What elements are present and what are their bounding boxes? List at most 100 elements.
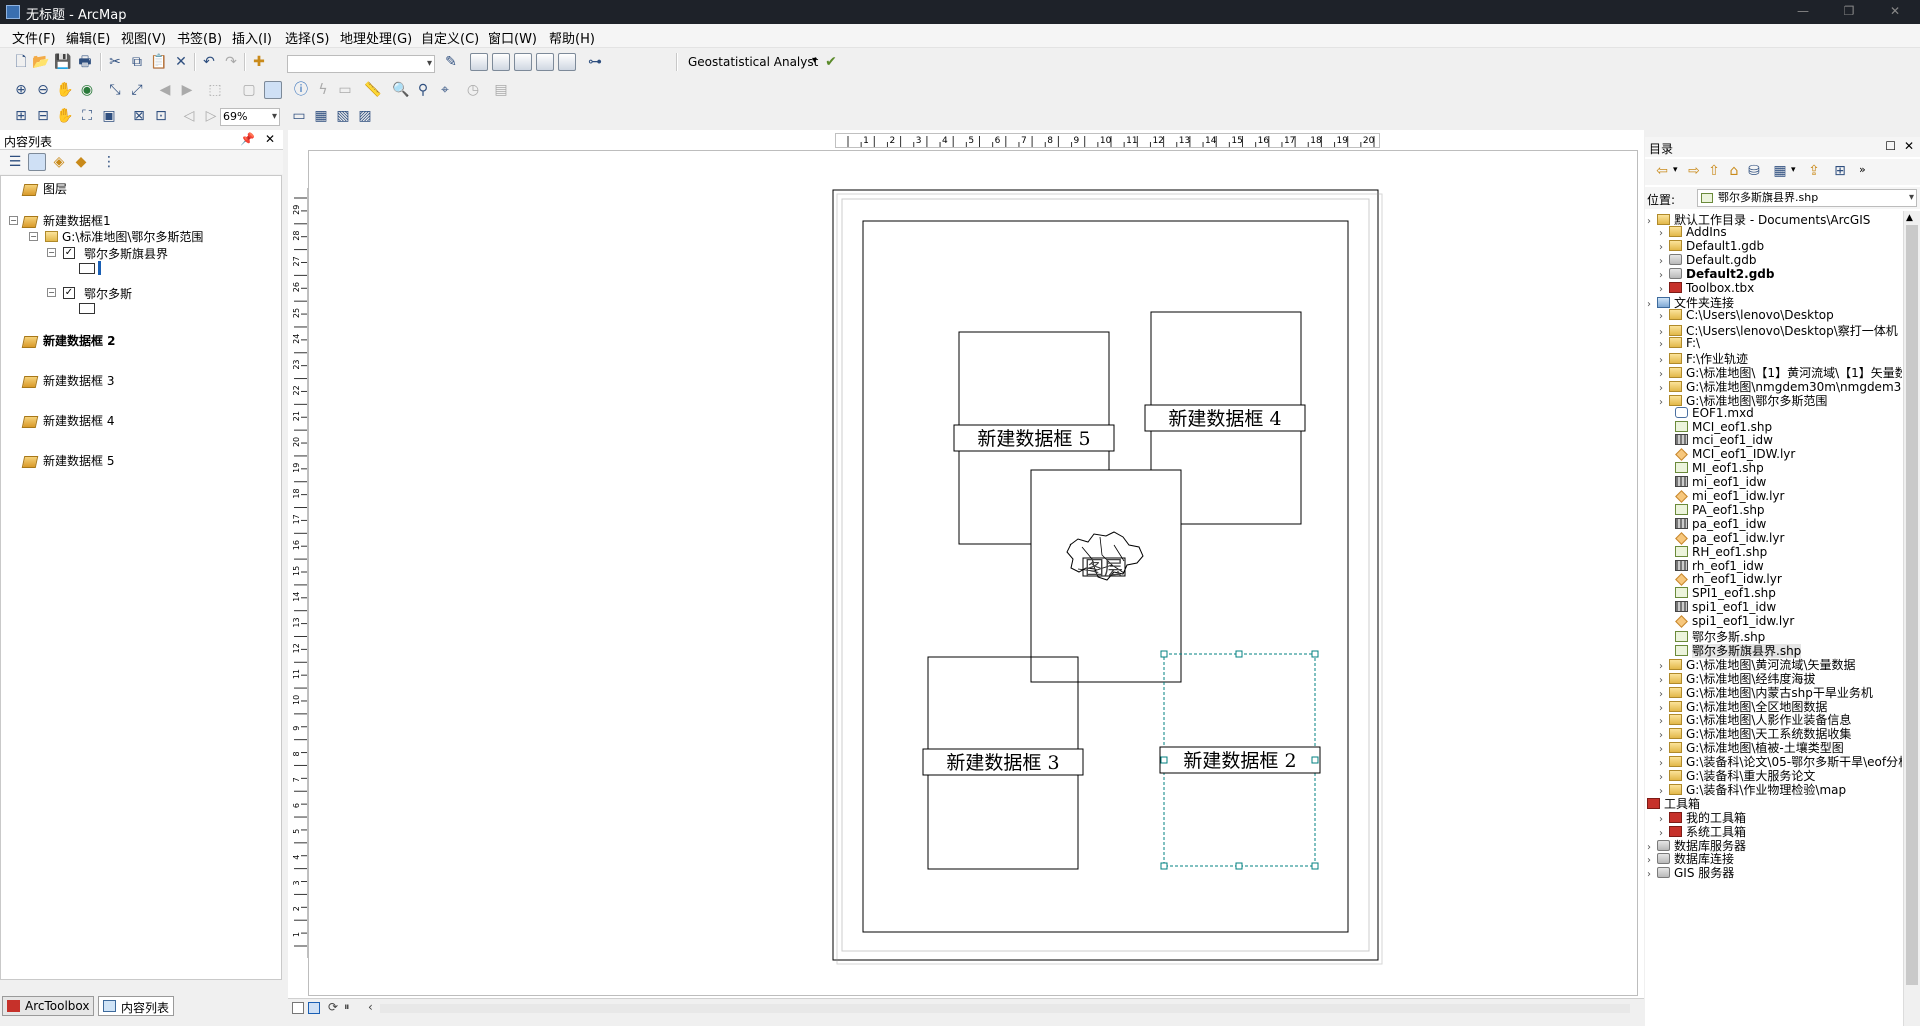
vertical-ruler[interactable]: 29 28 27 26 25 24 23 22 21 20 19 18 17 16 15 14 13 12 11 10… (290, 188, 308, 960)
create-viewer-icon[interactable]: ▤ (492, 81, 510, 99)
layout-view-icon[interactable] (308, 1002, 320, 1014)
toggle-contents-icon[interactable]: ⊞ (1831, 162, 1849, 180)
undo-icon[interactable]: ↶ (200, 53, 218, 71)
list-by-drawing-order-icon[interactable]: ☰ (6, 153, 24, 171)
maximize-icon[interactable]: ☐ (1885, 139, 1896, 153)
go-to-xy-icon[interactable]: ⌖ (436, 81, 454, 99)
list-by-source-icon[interactable] (28, 153, 46, 171)
tab-arctoolbox[interactable]: ArcToolbox (2, 996, 95, 1016)
collapse-icon[interactable]: − (9, 216, 18, 225)
find-route-icon[interactable]: ⚲ (414, 81, 432, 99)
horizontal-ruler[interactable]: 1 2 3 4 5 6 7 8 9 10 11 12 13 14 15 16 17 18 19 20 (835, 133, 1388, 148)
fixed-zoom-in-icon[interactable]: ⤡ (106, 81, 124, 99)
pin-icon[interactable]: 📌 (240, 132, 255, 146)
zoom-out-icon[interactable]: ⊖ (34, 81, 52, 99)
toc-layer-county-boundary[interactable]: 鄂尔多斯旗县界 (84, 245, 168, 262)
close-button[interactable]: ✕ (1872, 0, 1918, 24)
data-view-icon[interactable] (292, 1002, 304, 1014)
geostat-wizard-icon[interactable]: ✔ (822, 53, 840, 71)
expand-icon[interactable]: › (1659, 228, 1669, 239)
up-one-level-icon[interactable]: ⇧ (1705, 162, 1723, 180)
layer-visibility-checkbox[interactable]: ✓ (63, 247, 75, 259)
select-features-icon[interactable]: ⬚ (206, 81, 224, 99)
catalog-window-icon[interactable] (492, 53, 510, 71)
expand-icon[interactable]: › (1647, 869, 1657, 880)
focus-data-frame-icon[interactable]: ▦ (312, 107, 330, 125)
menu-windows[interactable]: 窗口(W) (488, 28, 537, 47)
expand-icon[interactable]: › (1647, 299, 1657, 310)
toc-data-frame-1[interactable]: 新建数据框1 (21, 212, 111, 229)
pause-drawing-icon[interactable]: ⏸ (344, 1000, 350, 1014)
layout-fixed-zoom-out-icon[interactable]: ⊡ (152, 107, 170, 125)
copy-icon[interactable]: ⧉ (128, 53, 146, 71)
find-icon[interactable]: 🔍 (392, 81, 410, 99)
layout-zoom-out-icon[interactable]: ⊟ (34, 107, 52, 125)
connect-folder-icon[interactable]: ⇪ (1805, 162, 1823, 180)
data-driven-pages-icon[interactable]: ▨ (356, 107, 374, 125)
menu-bookmarks[interactable]: 书签(B) (177, 28, 222, 47)
view-options-icon[interactable]: ▦ (1771, 162, 1789, 180)
expand-icon[interactable]: › (1659, 270, 1669, 281)
back-icon[interactable]: ⇦ (1653, 162, 1671, 180)
catalog-scrollbar[interactable]: ▲ (1903, 211, 1920, 1026)
catalog-item[interactable]: › GIS 服务器 (1647, 864, 1734, 881)
arctoolbox-window-icon[interactable] (536, 53, 554, 71)
polygon-symbol-swatch[interactable] (79, 303, 95, 314)
geostatistical-analyst-dropdown[interactable]: Geostatistical Analyst (688, 55, 818, 69)
menu-help[interactable]: 帮助(H) (549, 28, 595, 47)
menu-geoprocessing[interactable]: 地理处理(G) (340, 28, 412, 47)
toc-data-frame-3[interactable]: 新建数据框 3 (21, 372, 114, 389)
toc-window-icon[interactable] (470, 53, 488, 71)
expand-icon[interactable]: › (1659, 339, 1669, 350)
time-slider-icon[interactable]: ◷ (464, 81, 482, 99)
layer-visibility-checkbox[interactable]: ✓ (63, 287, 75, 299)
overflow-icon[interactable]: » (1859, 163, 1866, 176)
catalog-close-icon[interactable]: ✕ (1904, 139, 1914, 153)
layout-back-icon[interactable]: ◁ (180, 107, 198, 125)
cut-icon[interactable]: ✂ (106, 53, 124, 71)
polygon-symbol-swatch[interactable] (79, 263, 95, 274)
paste-icon[interactable]: 📋 (150, 53, 168, 71)
forward-extent-icon[interactable]: ▶ (178, 81, 196, 99)
print-icon[interactable]: 🖶 (76, 53, 94, 71)
expand-icon[interactable]: › (1659, 311, 1669, 322)
collapse-icon[interactable]: − (47, 288, 56, 297)
measure-icon[interactable]: 📏 (364, 81, 382, 99)
horizontal-scrollbar[interactable] (380, 1004, 1630, 1013)
add-data-icon[interactable]: ✚ (250, 53, 268, 71)
expand-icon[interactable]: › (1659, 284, 1669, 295)
delete-icon[interactable]: ✕ (172, 53, 190, 71)
new-doc-icon[interactable]: 🗋 (12, 53, 30, 71)
zoom-whole-page-icon[interactable]: ⛶ (78, 107, 96, 125)
change-layout-icon[interactable]: ▧ (334, 107, 352, 125)
full-extent-icon[interactable]: ◉ (78, 81, 96, 99)
expand-icon[interactable]: › (1659, 256, 1669, 267)
scroll-left-icon[interactable]: ‹ (368, 1000, 373, 1014)
gdb-icon[interactable]: ⛁ (1745, 162, 1763, 180)
collapse-icon[interactable]: − (29, 232, 38, 241)
save-icon[interactable]: 💾 (54, 53, 72, 71)
restore-button[interactable]: ❐ (1826, 0, 1872, 24)
clear-selection-icon[interactable]: ▢ (240, 81, 258, 99)
expand-icon[interactable]: › (1659, 397, 1669, 408)
layout-zoom-in-icon[interactable]: ⊞ (12, 107, 30, 125)
pan-icon[interactable]: ✋ (56, 81, 74, 99)
tab-toc[interactable]: 内容列表 (98, 996, 175, 1016)
html-popup-icon[interactable]: ▭ (336, 81, 354, 99)
list-by-selection-icon[interactable]: ◆ (72, 153, 90, 171)
toc-data-frame-4[interactable]: 新建数据框 4 (21, 412, 114, 429)
location-combo[interactable]: 鄂尔多斯旗县界.shp ▾ (1697, 189, 1917, 207)
menu-insert[interactable]: 插入(I) (232, 28, 272, 47)
fixed-zoom-out-icon[interactable]: ⤢ (128, 81, 146, 99)
menu-file[interactable]: 文件(F) (12, 28, 56, 47)
scroll-thumb[interactable] (1906, 225, 1918, 985)
back-dropdown-icon[interactable]: ▾ (1673, 165, 1678, 175)
hyperlink-icon[interactable]: ϟ (314, 81, 332, 99)
toc-folder-group[interactable]: G:\标准地图\鄂尔多斯范围 (45, 228, 203, 245)
toc-close-icon[interactable]: ✕ (265, 132, 275, 146)
zoom-in-icon[interactable]: ⊕ (12, 81, 30, 99)
layout-zoom-combo[interactable]: 69% ▾ (220, 108, 280, 126)
toc-layers-root[interactable]: 图层 (21, 180, 67, 197)
model-builder-icon[interactable]: ⊶ (586, 53, 604, 71)
refresh-icon[interactable]: ⟳ (328, 1000, 338, 1014)
